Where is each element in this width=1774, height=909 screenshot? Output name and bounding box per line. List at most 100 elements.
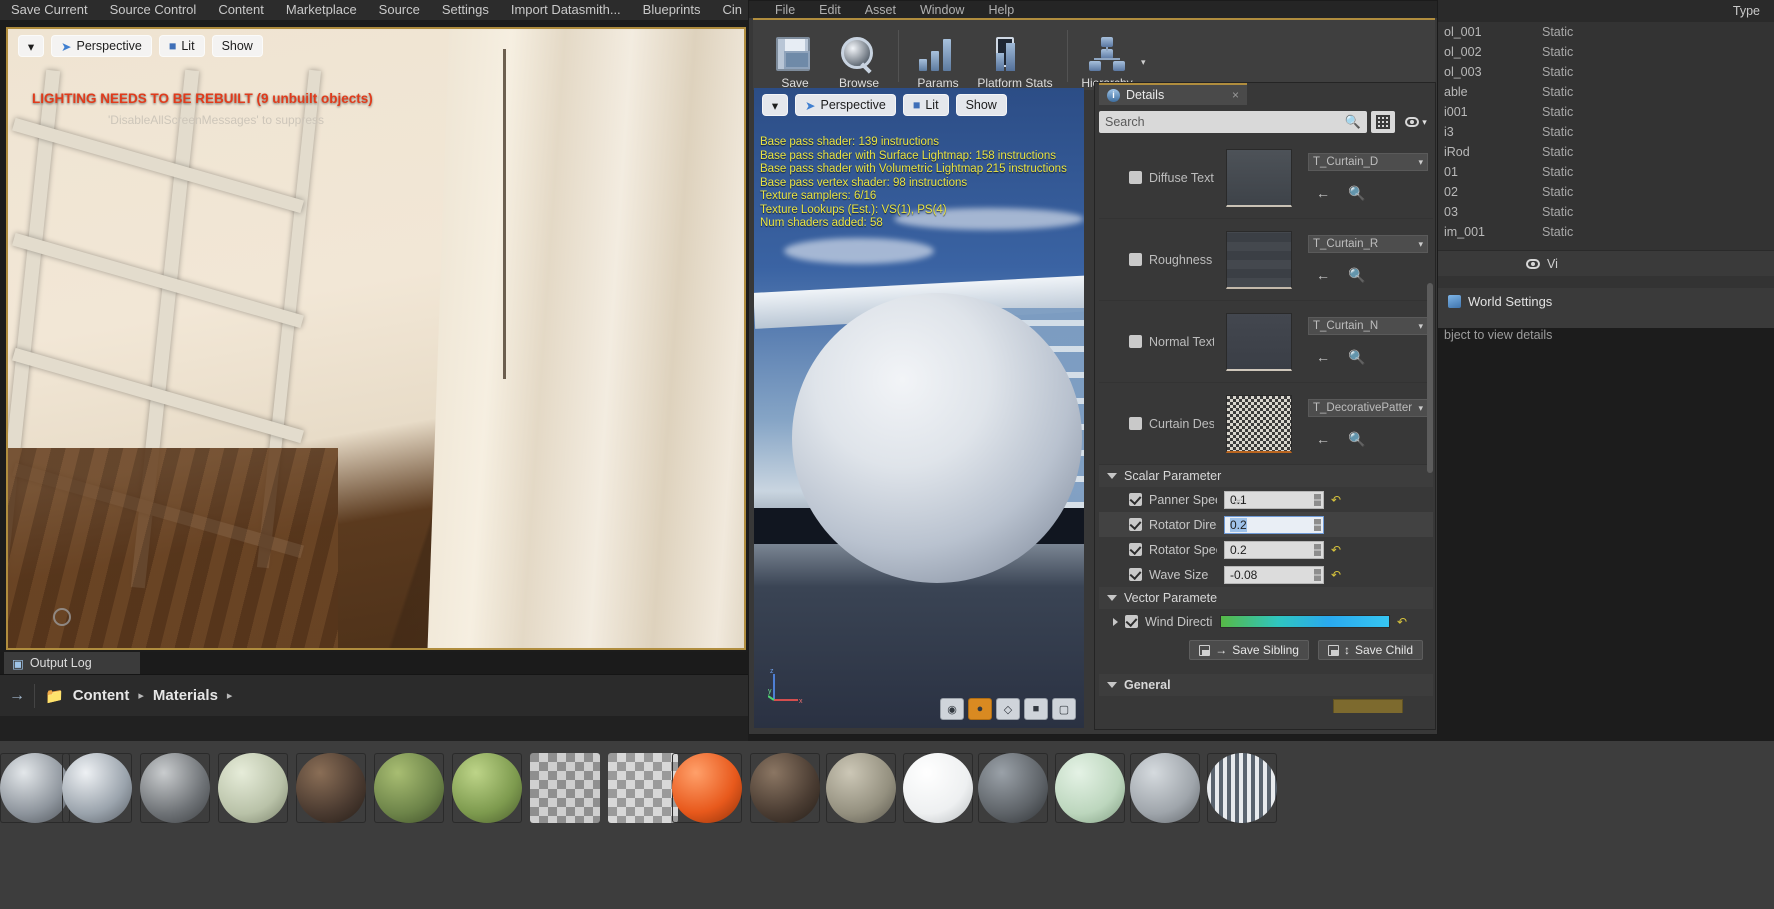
menu-edit[interactable]: Edit — [807, 3, 853, 17]
magnifier-icon[interactable]: 🔍 — [1348, 267, 1365, 284]
tab-output-log[interactable]: ▣ Output Log close-icon — [4, 652, 140, 674]
param-row-wind-direction[interactable]: Wind Directi ↶ — [1099, 609, 1433, 634]
outliner-rows[interactable]: ol_001 Static ol_002 Static ol_003 Static a… — [1438, 22, 1774, 250]
arrow-left-icon[interactable]: ← — [1316, 349, 1330, 366]
param-color-wind-direction[interactable] — [1220, 615, 1390, 628]
param-row-rotator-speed[interactable]: Rotator Spee 0.2 ↶ — [1099, 537, 1433, 562]
menu-asset[interactable]: Asset — [853, 3, 908, 17]
param-checkbox-wind-direction[interactable] — [1125, 615, 1138, 628]
asset-thumbnail-12[interactable] — [903, 753, 973, 823]
menu-blueprints[interactable]: Blueprints — [632, 0, 712, 20]
viewport-show-menu-button[interactable]: Show — [211, 35, 263, 57]
menu-marketplace[interactable]: Marketplace — [275, 0, 368, 20]
spinner-icon[interactable] — [1314, 493, 1321, 506]
magnifier-icon[interactable]: 🔍 — [1348, 431, 1365, 448]
asset-thumbnail-8[interactable] — [608, 753, 678, 823]
texture-select-normal[interactable]: T_Curtain_N ▾ — [1308, 317, 1428, 335]
asset-thumbnail-13[interactable] — [978, 753, 1048, 823]
param-thumb-normal[interactable] — [1214, 312, 1304, 371]
asset-thumbnail-7[interactable] — [530, 753, 600, 823]
param-input-rotator-speed[interactable]: 0.2 — [1224, 540, 1324, 559]
asset-thumbnail-14[interactable] — [1055, 753, 1125, 823]
asset-thumbnail-10[interactable] — [750, 753, 820, 823]
asset-thumbnail-16[interactable] — [1207, 753, 1277, 823]
platform-stats-button[interactable]: Platform Stats — [970, 26, 1060, 90]
menu-import-datasmith[interactable]: Import Datasmith... — [500, 0, 632, 20]
details-content[interactable]: Diffuse Text T_Curtain_D ▾ ← 🔍 Roughness… — [1099, 137, 1433, 713]
asset-thumbnail-9[interactable] — [672, 753, 742, 823]
asset-thumbnail-11[interactable] — [826, 753, 896, 823]
preview-camera-mode-button[interactable]: ➤ Perspective — [795, 94, 896, 116]
breadcrumb-item-content[interactable]: Content — [73, 687, 130, 704]
section-general[interactable]: General — [1099, 674, 1433, 696]
reset-arrow-icon-rotator-speed[interactable]: ↶ — [1331, 543, 1341, 557]
texture-select-diffuse[interactable]: T_Curtain_D ▾ — [1308, 153, 1428, 171]
param-checkbox-normal[interactable] — [1129, 335, 1142, 348]
reset-arrow-icon-panner-speed[interactable]: ↶ — [1331, 493, 1341, 507]
preview-lighting-mode-button[interactable]: ■ Lit — [902, 94, 949, 116]
section-scalar-parameters[interactable]: Scalar Parameter — [1099, 465, 1433, 487]
param-row-panner-speed[interactable]: Panner Spee 0.1 ↶ — [1099, 487, 1433, 512]
table-row[interactable]: 02 Static — [1438, 182, 1774, 202]
hierarchy-button[interactable]: Hierarchy — [1075, 26, 1139, 90]
param-checkbox-panner-speed[interactable] — [1129, 493, 1142, 506]
visibility-options-button[interactable]: ▾ — [1399, 111, 1433, 133]
breadcrumb-item-materials[interactable]: Materials — [153, 687, 218, 704]
asset-thumbnail-6[interactable] — [452, 753, 522, 823]
table-row[interactable]: im_001 Static — [1438, 222, 1774, 242]
texture-select-curtain-design[interactable]: T_DecorativePatter ▾ — [1308, 399, 1428, 417]
magnifier-icon[interactable]: 🔍 — [1348, 185, 1365, 202]
preview-show-menu-button[interactable]: Show — [955, 94, 1007, 116]
table-row[interactable]: ol_002 Static — [1438, 42, 1774, 62]
table-row[interactable]: ol_003 Static — [1438, 62, 1774, 82]
details-scrollbar[interactable] — [1427, 283, 1433, 473]
param-input-wave-size[interactable]: -0.08 — [1224, 565, 1324, 584]
section-vector-parameters[interactable]: Vector Paramete — [1099, 587, 1433, 609]
sphere-shape-icon[interactable]: ● — [968, 698, 992, 720]
table-row[interactable]: i001 Static — [1438, 102, 1774, 122]
param-input-rotator-direction[interactable]: 0.2 — [1224, 515, 1324, 534]
spinner-icon[interactable] — [1314, 568, 1321, 581]
param-row-roughness-texture[interactable]: Roughness T T_Curtain_R ▾ ← 🔍 — [1099, 219, 1433, 301]
browse-button[interactable]: Browse — [827, 26, 891, 90]
outliner-column-header[interactable]: Type — [1438, 0, 1774, 22]
param-thumb-diffuse[interactable] — [1214, 148, 1304, 207]
param-thumb-roughness[interactable] — [1214, 230, 1304, 289]
menu-window[interactable]: Window — [908, 3, 976, 17]
viewport-camera-mode-button[interactable]: ➤ Perspective — [51, 35, 152, 57]
table-row[interactable]: i3 Static — [1438, 122, 1774, 142]
general-preview-thumb[interactable] — [1333, 699, 1403, 713]
menu-settings[interactable]: Settings — [431, 0, 500, 20]
cube-shape-icon[interactable]: ■ — [1024, 698, 1048, 720]
plane-shape-icon[interactable]: ◇ — [996, 698, 1020, 720]
param-thumb-curtain-design[interactable] — [1214, 394, 1304, 453]
close-icon[interactable]: × — [1232, 88, 1239, 102]
texture-select-roughness[interactable]: T_Curtain_R ▾ — [1308, 235, 1428, 253]
general-preview-row[interactable] — [1099, 696, 1433, 713]
table-row[interactable]: 03 Static — [1438, 202, 1774, 222]
params-button[interactable]: Params — [906, 26, 970, 90]
asset-thumbnail-4[interactable] — [296, 753, 366, 823]
spinner-icon[interactable] — [1314, 518, 1321, 531]
cylinder-shape-icon[interactable]: ◉ — [940, 698, 964, 720]
table-row[interactable]: ol_001 Static — [1438, 22, 1774, 42]
preview-options-dropdown[interactable]: ▾ — [762, 94, 788, 116]
save-sibling-button[interactable]: → Save Sibling — [1189, 640, 1309, 660]
param-row-diffuse-texture[interactable]: Diffuse Text T_Curtain_D ▾ ← 🔍 — [1099, 137, 1433, 219]
save-child-button[interactable]: ↕ Save Child — [1317, 640, 1423, 660]
asset-thumbnail-15[interactable] — [1130, 753, 1200, 823]
save-button[interactable]: Save — [763, 26, 827, 90]
param-row-curtain-design[interactable]: Curtain Desi T_DecorativePatter ▾ ← 🔍 — [1099, 383, 1433, 465]
viewport-options-dropdown[interactable]: ▾ — [18, 35, 44, 57]
arrow-left-icon[interactable]: ← — [1316, 431, 1330, 448]
menu-source-control[interactable]: Source Control — [99, 0, 208, 20]
magnifier-icon[interactable]: 🔍 — [1348, 349, 1365, 366]
material-preview-viewport[interactable]: ▾ ➤ Perspective ■ Lit Show Base pass sha… — [754, 88, 1084, 728]
param-checkbox-rotator-direction[interactable] — [1129, 518, 1142, 531]
menu-save-current[interactable]: Save Current — [0, 0, 99, 20]
arrow-right-icon[interactable]: → — [0, 687, 34, 705]
tab-world-settings[interactable]: World Settings — [1438, 288, 1774, 314]
table-row[interactable]: iRod Static — [1438, 142, 1774, 162]
viewport-lighting-mode-button[interactable]: ■ Lit — [158, 35, 205, 57]
preview-sphere-mesh[interactable] — [792, 293, 1082, 583]
